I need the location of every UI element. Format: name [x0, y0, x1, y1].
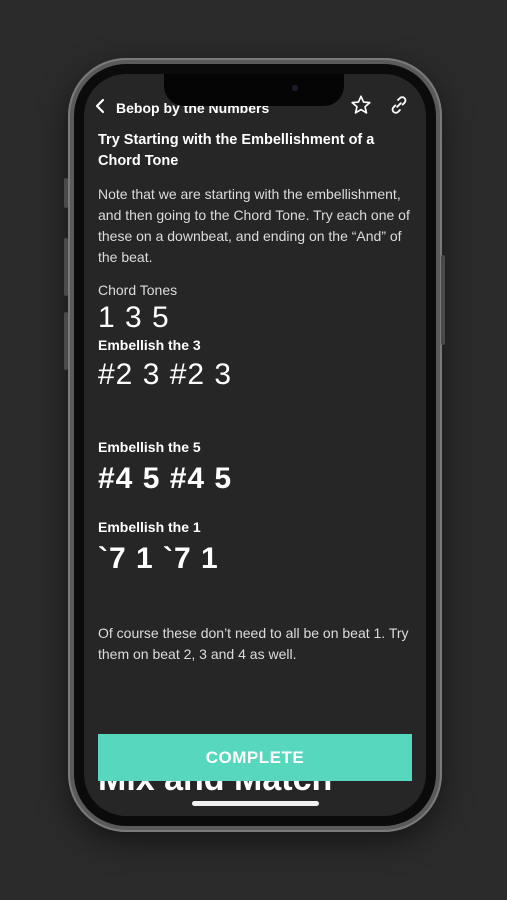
complete-button[interactable]: COMPLETE [98, 734, 412, 781]
lesson-intro: Note that we are starting with the embel… [98, 186, 410, 265]
link-icon[interactable] [388, 94, 410, 116]
star-icon[interactable] [350, 94, 372, 116]
section-notes-embellish-5: #4 5 #4 5 [98, 462, 233, 495]
home-indicator[interactable] [192, 801, 319, 806]
notch [164, 74, 344, 106]
chord-tones-label: Chord Tones [98, 282, 178, 298]
lesson-title: Try Starting with the Embellishment of a… [98, 132, 375, 169]
section-notes-embellish-3: #2 3 #2 3 [98, 358, 233, 391]
lesson-content: Try Starting with the Embellishment of a… [98, 130, 416, 665]
section-label-embellish-1: Embellish the 1 [98, 519, 201, 535]
section-label-embellish-3: Embellish the 3 [98, 337, 201, 353]
volume-down-button [64, 312, 68, 370]
screen: Bebop by the Numbers Try Starting with t… [84, 74, 426, 816]
lesson-outro: Of course these don’t need to all be on … [98, 625, 409, 662]
section-notes-embellish-1: `7 1 `7 1 [98, 542, 219, 575]
camera-icon [292, 85, 298, 91]
chevron-left-icon[interactable] [94, 97, 106, 119]
power-button [441, 255, 445, 345]
section-label-embellish-5: Embellish the 5 [98, 439, 201, 455]
chord-tones-notes: 1 3 5 [98, 301, 170, 334]
mute-switch [64, 178, 68, 208]
volume-up-button [64, 238, 68, 296]
